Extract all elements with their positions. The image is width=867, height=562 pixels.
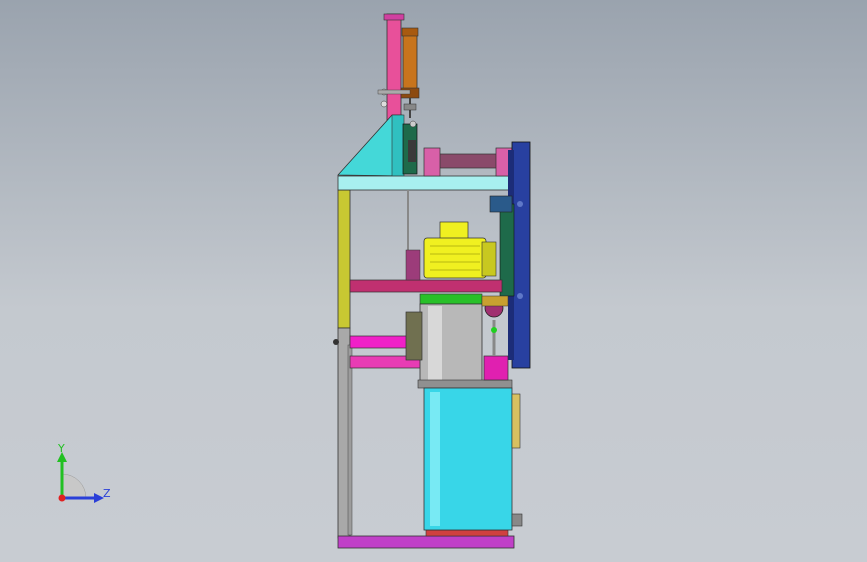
y-axis-label: Y (57, 442, 65, 455)
motor-body[interactable] (423, 237, 487, 279)
clevis-bracket (377, 89, 411, 95)
bracket-plate-vertical (391, 114, 405, 178)
bolt-icon (409, 120, 417, 128)
tank-steel-highlight (428, 306, 442, 382)
roller-shaft[interactable] (435, 153, 507, 169)
sprocket-hub (408, 140, 416, 162)
tank-collar (417, 379, 513, 389)
tank-green-rim (419, 293, 483, 305)
cad-viewport[interactable]: Y Z (0, 0, 867, 562)
tie-bracket (405, 249, 421, 281)
bolt-icon (517, 201, 523, 207)
triad-plane-icon (61, 473, 87, 499)
hydraulic-cylinder[interactable] (402, 33, 418, 91)
frame-upright-left-inner[interactable] (347, 344, 353, 536)
tank-highlight (430, 392, 440, 526)
level-gauge[interactable] (511, 393, 521, 449)
column-cap (383, 13, 405, 21)
bearing-block-left[interactable] (423, 147, 441, 177)
cylinder-top (401, 27, 419, 37)
indicator-light-icon (491, 327, 497, 333)
bolt-icon (517, 293, 523, 299)
base-rail[interactable] (337, 535, 515, 549)
accumulator[interactable] (405, 311, 423, 361)
tank-foot-plate[interactable] (425, 529, 509, 537)
belt-guard (489, 195, 513, 213)
top-plate[interactable] (337, 175, 515, 191)
cross-beam-upper[interactable] (349, 279, 503, 293)
motor-flange (481, 241, 497, 277)
clevis (403, 103, 417, 111)
z-axis-label: Z (103, 487, 111, 500)
valve-block[interactable] (483, 355, 509, 381)
blue-side-plate[interactable] (511, 141, 531, 369)
x-axis-dot-icon (58, 494, 66, 502)
coordinate-triad: Y Z (57, 442, 111, 503)
fitting-bracket (481, 295, 509, 307)
machine-model[interactable]: Y Z (0, 0, 867, 562)
clevis-pin-icon (380, 100, 388, 108)
drain-valve[interactable] (511, 513, 523, 527)
frame-bolt (333, 339, 339, 345)
frame-upright-left-upper[interactable] (337, 189, 351, 329)
